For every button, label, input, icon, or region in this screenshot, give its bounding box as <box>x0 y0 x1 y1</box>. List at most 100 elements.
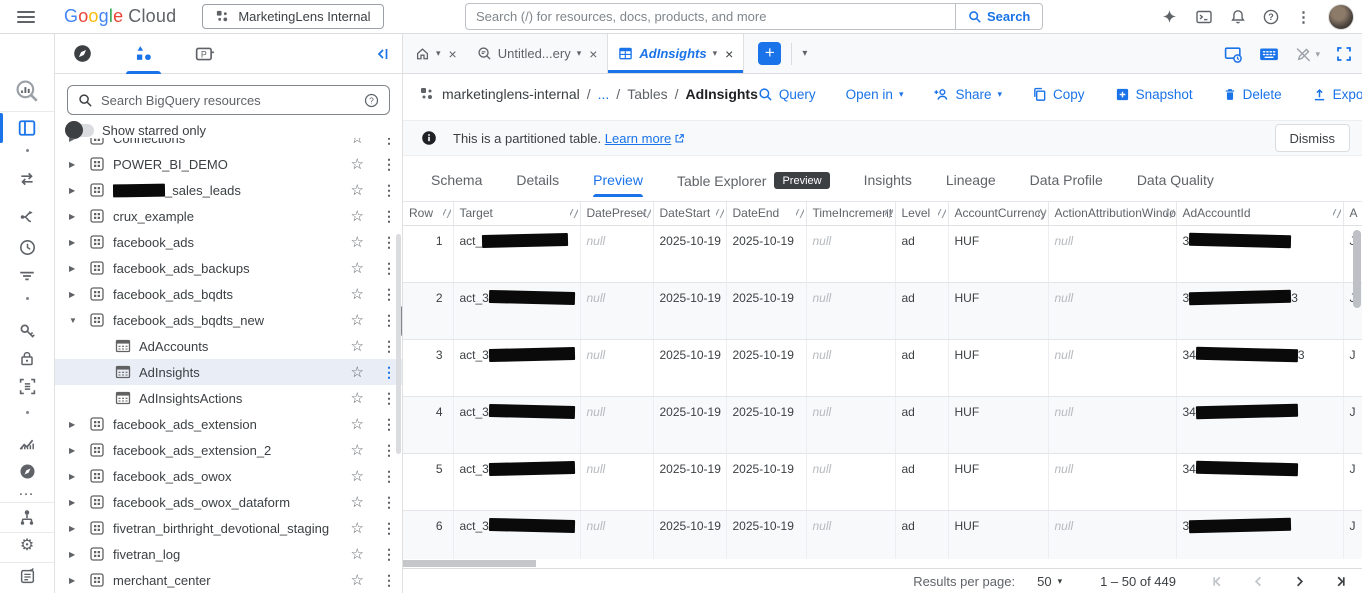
column-resize-handle[interactable] <box>443 209 451 218</box>
star-icon[interactable]: ☆ <box>351 207 364 225</box>
tree-item-_sales_leads[interactable]: ▶_sales_leads☆⋮ <box>55 177 402 203</box>
detail-tab-insights[interactable]: Insights <box>864 172 912 197</box>
notifications-bell-icon[interactable] <box>1230 9 1246 25</box>
column-resize-handle[interactable] <box>1166 209 1174 218</box>
more-actions-icon[interactable]: ⋮ <box>382 442 392 459</box>
expander-collapsed-icon[interactable]: ▶ <box>69 212 85 221</box>
bigquery-resource-search[interactable]: Search BigQuery resources ? <box>67 85 390 115</box>
release-notes-icon[interactable] <box>0 568 54 585</box>
star-icon[interactable]: ☆ <box>351 337 364 355</box>
star-icon[interactable]: ☆ <box>351 545 364 563</box>
star-icon[interactable]: ☆ <box>351 571 364 589</box>
more-actions-icon[interactable]: ⋮ <box>382 338 392 355</box>
lock-icon[interactable] <box>0 350 54 367</box>
tree-item-facebook_ads_bqdts[interactable]: ▶facebook_ads_bqdts☆⋮ <box>55 281 402 307</box>
more-actions-icon[interactable]: ⋮ <box>382 286 392 303</box>
expander-collapsed-icon[interactable]: ▶ <box>69 524 85 533</box>
snapshot-button[interactable]: Snapshot <box>1115 87 1193 102</box>
capacity-frame-icon[interactable] <box>0 378 54 395</box>
tab-menu-chevron[interactable]: ▾ <box>713 48 718 59</box>
column-resize-handle[interactable] <box>1038 209 1046 218</box>
detail-tab-data-quality[interactable]: Data Quality <box>1137 172 1214 197</box>
settings-gear-icon[interactable]: ⚙ <box>0 538 54 554</box>
expander-collapsed-icon[interactable]: ▶ <box>69 472 85 481</box>
tree-item-facebook_ads[interactable]: ▶facebook_ads☆⋮ <box>55 229 402 255</box>
expander-collapsed-icon[interactable]: ▶ <box>69 420 85 429</box>
gemini-spark-icon[interactable] <box>1161 9 1178 26</box>
more-actions-icon[interactable]: ⋮ <box>382 182 392 199</box>
expander-collapsed-icon[interactable]: ▶ <box>69 160 85 169</box>
tree-item-facebook_ads_extension_2[interactable]: ▶facebook_ads_extension_2☆⋮ <box>55 437 402 463</box>
detail-tab-details[interactable]: Details <box>516 172 559 197</box>
close-tab-icon[interactable]: × <box>449 46 457 62</box>
tree-item-fivetran_birthright_devotional_staging[interactable]: ▶fivetran_birthright_devotional_staging☆… <box>55 515 402 541</box>
data-policies-icon[interactable] <box>0 322 54 340</box>
show-starred-toggle[interactable] <box>67 124 94 137</box>
new-tab-button[interactable]: + <box>758 42 781 65</box>
column-resize-handle[interactable] <box>885 209 893 218</box>
star-icon[interactable]: ☆ <box>351 415 364 433</box>
tree-item-crux_example[interactable]: ▶crux_example☆⋮ <box>55 203 402 229</box>
star-icon[interactable]: ☆ <box>351 493 364 511</box>
detail-tab-lineage[interactable]: Lineage <box>946 172 996 197</box>
more-actions-icon[interactable]: ⋮ <box>382 234 392 251</box>
search-help-icon[interactable]: ? <box>364 93 379 108</box>
next-page-icon[interactable] <box>1292 574 1307 589</box>
tree-item-facebook_ads_owox_dataform[interactable]: ▶facebook_ads_owox_dataform☆⋮ <box>55 489 402 515</box>
detail-tab-schema[interactable]: Schema <box>431 172 482 197</box>
tab-overflow-chevron[interactable]: ▾ <box>802 48 807 59</box>
dismiss-button[interactable]: Dismiss <box>1275 124 1351 152</box>
more-actions-icon[interactable]: ⋮ <box>382 494 392 511</box>
more-actions-icon[interactable]: ⋮ <box>382 312 392 329</box>
star-icon[interactable]: ☆ <box>351 441 364 459</box>
keyboard-shortcuts-icon[interactable] <box>1259 46 1279 62</box>
cloud-shell-icon[interactable] <box>1195 9 1213 25</box>
tab-explorer-tree[interactable] <box>128 34 159 74</box>
table-vertical-scrollbar[interactable] <box>1353 230 1361 308</box>
expander-collapsed-icon[interactable]: ▶ <box>69 498 85 507</box>
expander-collapsed-icon[interactable]: ▶ <box>69 290 85 299</box>
editor-tab-adinsights[interactable]: AdInsights ▾ × <box>607 34 744 73</box>
schedule-window-icon[interactable] <box>1224 46 1243 63</box>
column-resize-handle[interactable] <box>570 209 578 218</box>
more-actions-icon[interactable]: ⋮ <box>382 156 392 173</box>
share-button[interactable]: Share▾ <box>933 87 1002 102</box>
expander-collapsed-icon[interactable]: ▶ <box>69 138 85 143</box>
scheduled-queries-icon[interactable] <box>0 267 54 285</box>
more-actions-icon[interactable]: ⋮ <box>382 138 392 147</box>
breadcrumb-project[interactable]: marketinglens-internal <box>442 86 580 102</box>
more-options-icon[interactable]: ⋮ <box>1296 8 1311 26</box>
star-icon[interactable]: ☆ <box>351 155 364 173</box>
tree-item-fivetran_log[interactable]: ▶fivetran_log☆⋮ <box>55 541 402 567</box>
column-resize-handle[interactable] <box>796 209 804 218</box>
horizontal-scrollbar-thumb[interactable] <box>403 560 536 567</box>
tree-item-facebook_ads_bqdts_new[interactable]: ▼facebook_ads_bqdts_new☆⋮ <box>55 307 402 333</box>
star-icon[interactable]: ☆ <box>351 519 364 537</box>
tab-menu-chevron[interactable]: ▾ <box>436 48 441 59</box>
tree-item-facebook_ads_extension[interactable]: ▶facebook_ads_extension☆⋮ <box>55 411 402 437</box>
analytics-chart-icon[interactable] <box>0 434 54 452</box>
star-icon[interactable]: ☆ <box>351 233 364 251</box>
global-search-button[interactable]: Search <box>955 3 1043 30</box>
help-icon[interactable]: ? <box>1263 9 1279 25</box>
more-actions-icon[interactable]: ⋮ <box>382 390 392 407</box>
star-icon[interactable]: ☆ <box>351 467 364 485</box>
close-tab-icon[interactable]: × <box>725 46 733 62</box>
page-size-select[interactable]: 50▾ <box>1037 574 1062 589</box>
history-clock-icon[interactable] <box>0 239 54 256</box>
expander-collapsed-icon[interactable]: ▶ <box>69 186 85 195</box>
editor-tab-untitled-query[interactable]: Untitled...ery ▾ × <box>467 34 608 73</box>
star-icon[interactable]: ☆ <box>351 285 364 303</box>
partner-center-icon[interactable] <box>0 508 54 526</box>
tree-item-adinsights[interactable]: AdInsights☆⋮ <box>55 359 402 385</box>
export-button[interactable]: Export <box>1312 87 1362 102</box>
explorer-scrollbar[interactable] <box>396 234 401 454</box>
star-icon[interactable]: ☆ <box>351 138 364 147</box>
more-actions-icon[interactable]: ⋮ <box>382 546 392 563</box>
tab-menu-chevron[interactable]: ▾ <box>577 48 582 59</box>
tree-item-adaccounts[interactable]: AdAccounts☆⋮ <box>55 333 402 359</box>
tab-pipelines[interactable]: P <box>189 34 221 74</box>
copy-button[interactable]: Copy <box>1032 87 1085 102</box>
star-icon[interactable]: ☆ <box>351 363 364 381</box>
column-resize-handle[interactable] <box>938 209 946 218</box>
